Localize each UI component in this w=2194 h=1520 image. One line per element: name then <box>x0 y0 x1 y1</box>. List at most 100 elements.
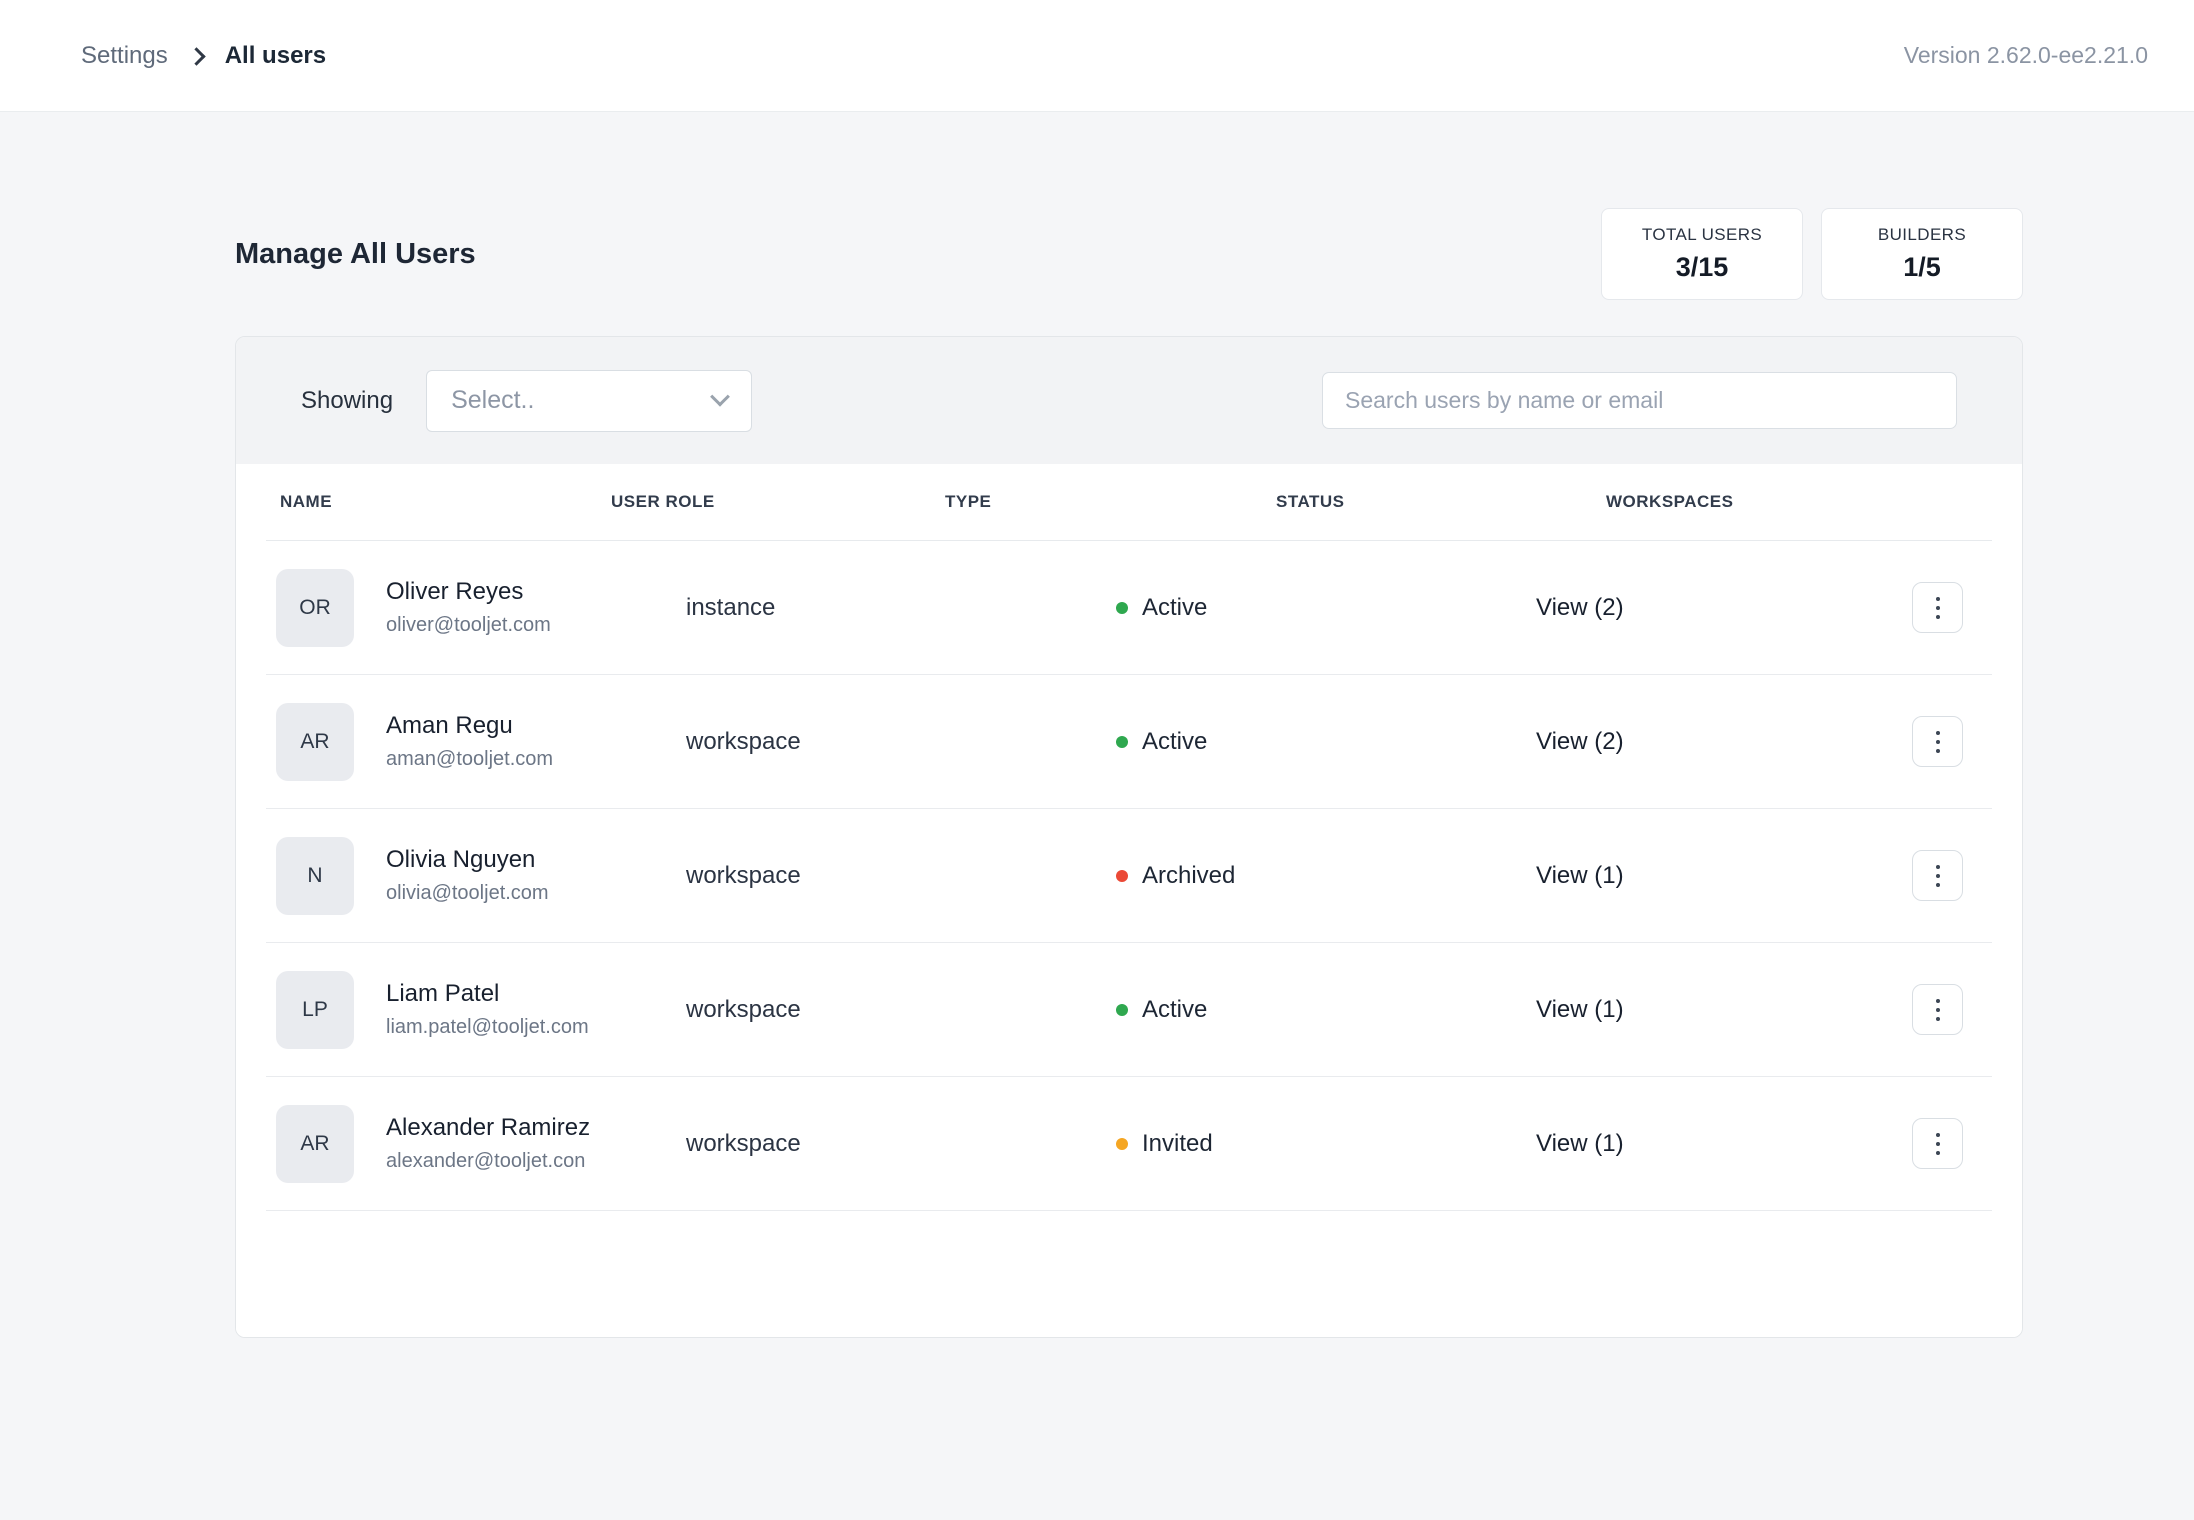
search-input[interactable] <box>1322 372 1957 429</box>
view-workspaces-link[interactable]: View (2) <box>1536 728 1624 755</box>
status-cell: Active <box>1116 996 1506 1024</box>
status-cell: Active <box>1116 594 1506 622</box>
status-dot-icon <box>1116 1004 1128 1016</box>
user-name: Olivia Nguyen <box>386 846 549 874</box>
name-cell: OR Oliver Reyes oliver@tooljet.com <box>266 569 686 647</box>
topbar: Settings All users Version 2.62.0-ee2.21… <box>0 0 2194 112</box>
total-users-label: TOTAL USERS <box>1642 225 1762 245</box>
avatar: AR <box>276 703 354 781</box>
status-cell: Invited <box>1116 1130 1506 1158</box>
table-header: NAME USER ROLE TYPE STATUS WORKSPACES <box>266 464 1992 541</box>
actions-cell <box>1912 716 1992 767</box>
user-role-cell: instance <box>686 594 966 622</box>
column-header-user-role: USER ROLE <box>611 492 945 512</box>
view-workspaces-link[interactable]: View (1) <box>1536 1130 1624 1157</box>
name-cell: AR Alexander Ramirez alexander@tooljet.c… <box>266 1105 686 1183</box>
table-row: OR Oliver Reyes oliver@tooljet.com insta… <box>266 541 1992 675</box>
row-menu-button[interactable] <box>1912 582 1963 633</box>
user-name: Alexander Ramirez <box>386 1114 590 1142</box>
kebab-icon <box>1936 731 1940 735</box>
avatar: OR <box>276 569 354 647</box>
stats: TOTAL USERS 3/15 BUILDERS 1/5 <box>1601 208 2023 300</box>
filter-band: Showing Select.. <box>236 337 2022 464</box>
column-header-type: TYPE <box>945 492 1276 512</box>
builders-value: 1/5 <box>1903 252 1941 283</box>
status-cell: Active <box>1116 728 1506 756</box>
name-cell: AR Aman Regu aman@tooljet.com <box>266 703 686 781</box>
status-text: Active <box>1142 594 1207 622</box>
table-row: LP Liam Patel liam.patel@tooljet.com wor… <box>266 943 1992 1077</box>
workspaces-cell: View (1) <box>1506 996 1912 1024</box>
select-placeholder: Select.. <box>451 386 534 415</box>
user-role-cell: workspace <box>686 862 966 890</box>
user-role-cell: workspace <box>686 1130 966 1158</box>
avatar: LP <box>276 971 354 1049</box>
actions-cell <box>1912 984 1992 1035</box>
status-cell: Archived <box>1116 862 1506 890</box>
table-row: AR Alexander Ramirez alexander@tooljet.c… <box>266 1077 1992 1211</box>
view-workspaces-link[interactable]: View (1) <box>1536 996 1624 1023</box>
name-cell: N Olivia Nguyen olivia@tooljet.com <box>266 837 686 915</box>
status-dot-icon <box>1116 870 1128 882</box>
status-dot-icon <box>1116 602 1128 614</box>
breadcrumb: Settings All users <box>81 42 326 70</box>
kebab-icon <box>1936 999 1940 1003</box>
actions-cell <box>1912 850 1992 901</box>
heading-row: Manage All Users TOTAL USERS 3/15 BUILDE… <box>235 208 2023 300</box>
row-menu-button[interactable] <box>1912 850 1963 901</box>
avatar: N <box>276 837 354 915</box>
view-workspaces-link[interactable]: View (1) <box>1536 862 1624 889</box>
row-menu-button[interactable] <box>1912 984 1963 1035</box>
name-cell: LP Liam Patel liam.patel@tooljet.com <box>266 971 686 1049</box>
view-workspaces-link[interactable]: View (2) <box>1536 594 1624 621</box>
user-name: Aman Regu <box>386 712 553 740</box>
user-role-cell: workspace <box>686 996 966 1024</box>
builders-card: BUILDERS 1/5 <box>1821 208 2023 300</box>
actions-cell <box>1912 582 1992 633</box>
status-dot-icon <box>1116 1138 1128 1150</box>
status-text: Archived <box>1142 862 1235 890</box>
avatar: AR <box>276 1105 354 1183</box>
kebab-icon <box>1936 865 1940 869</box>
column-header-status: STATUS <box>1276 492 1606 512</box>
total-users-value: 3/15 <box>1676 252 1729 283</box>
workspaces-cell: View (1) <box>1506 1130 1912 1158</box>
users-card: Showing Select.. NAME USER ROLE TYPE STA… <box>235 336 2023 1338</box>
user-email: liam.patel@tooljet.com <box>386 1016 589 1039</box>
breadcrumb-settings[interactable]: Settings <box>81 42 168 70</box>
builders-label: BUILDERS <box>1878 225 1966 245</box>
user-email: oliver@tooljet.com <box>386 614 551 637</box>
table-row: AR Aman Regu aman@tooljet.com workspace … <box>266 675 1992 809</box>
user-email: alexander@tooljet.con <box>386 1150 590 1173</box>
row-menu-button[interactable] <box>1912 1118 1963 1169</box>
status-text: Active <box>1142 996 1207 1024</box>
actions-cell <box>1912 1118 1992 1169</box>
column-header-name: NAME <box>266 492 611 512</box>
workspaces-cell: View (2) <box>1506 594 1912 622</box>
chevron-down-icon <box>710 386 730 406</box>
status-text: Invited <box>1142 1130 1213 1158</box>
status-filter-select[interactable]: Select.. <box>426 370 752 432</box>
workspaces-cell: View (1) <box>1506 862 1912 890</box>
kebab-icon <box>1936 1133 1940 1137</box>
table-row: N Olivia Nguyen olivia@tooljet.com works… <box>266 809 1992 943</box>
page-title: Manage All Users <box>235 238 476 271</box>
user-role-cell: workspace <box>686 728 966 756</box>
user-name: Oliver Reyes <box>386 578 551 606</box>
showing-label: Showing <box>301 387 393 415</box>
users-table: NAME USER ROLE TYPE STATUS WORKSPACES OR… <box>236 464 2022 1337</box>
total-users-card: TOTAL USERS 3/15 <box>1601 208 1803 300</box>
breadcrumb-all-users: All users <box>225 42 326 70</box>
version-label: Version 2.62.0-ee2.21.0 <box>1904 42 2148 69</box>
kebab-icon <box>1936 597 1940 601</box>
row-menu-button[interactable] <box>1912 716 1963 767</box>
workspaces-cell: View (2) <box>1506 728 1912 756</box>
chevron-right-icon <box>187 47 205 65</box>
content-area: Manage All Users TOTAL USERS 3/15 BUILDE… <box>0 208 2194 1338</box>
user-name: Liam Patel <box>386 980 589 1008</box>
column-header-workspaces: WORKSPACES <box>1606 492 1912 512</box>
user-email: aman@tooljet.com <box>386 748 553 771</box>
status-dot-icon <box>1116 736 1128 748</box>
user-email: olivia@tooljet.com <box>386 882 549 905</box>
status-text: Active <box>1142 728 1207 756</box>
